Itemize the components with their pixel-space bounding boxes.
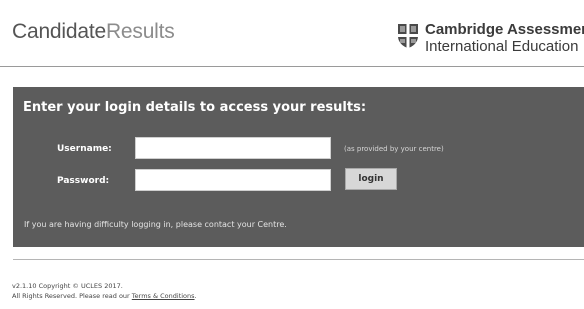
login-help-text: If you are having difficulty logging in,… [24,220,287,229]
page-header: CandidateResults Cambridge Assessment In… [0,0,584,67]
cambridge-shield-icon [398,24,418,48]
login-panel-title: Enter your login details to access your … [23,100,367,115]
candidate-results-logo: CandidateResults [12,20,175,44]
org-name-line1: Cambridge Assessment [425,21,584,38]
rights-text: All Rights Reserved. Please read our [12,292,130,300]
footer-divider [13,259,584,260]
terms-conditions-link[interactable]: Terms & Conditions [132,292,195,300]
login-panel: Enter your login details to access your … [13,87,584,247]
rights-line: All Rights Reserved. Please read our Ter… [12,291,197,301]
brand-part-candidate: Candidate [12,20,106,43]
terms-suffix: . [194,292,197,300]
password-field[interactable] [135,169,331,191]
username-label: Username: [57,144,112,154]
brand-part-results: Results [105,20,175,43]
password-label: Password: [57,176,110,186]
org-name-line2: International Education [425,38,579,55]
login-button[interactable]: login [345,168,397,190]
version-copyright: v2.1.10 Copyright © UCLES 2017. [12,282,123,290]
page-footer: v2.1.10 Copyright © UCLES 2017. All Righ… [12,281,197,301]
cambridge-logo: Cambridge Assessment International Educa… [397,21,584,61]
username-field[interactable] [135,137,331,159]
username-hint: (as provided by your centre) [344,145,444,153]
